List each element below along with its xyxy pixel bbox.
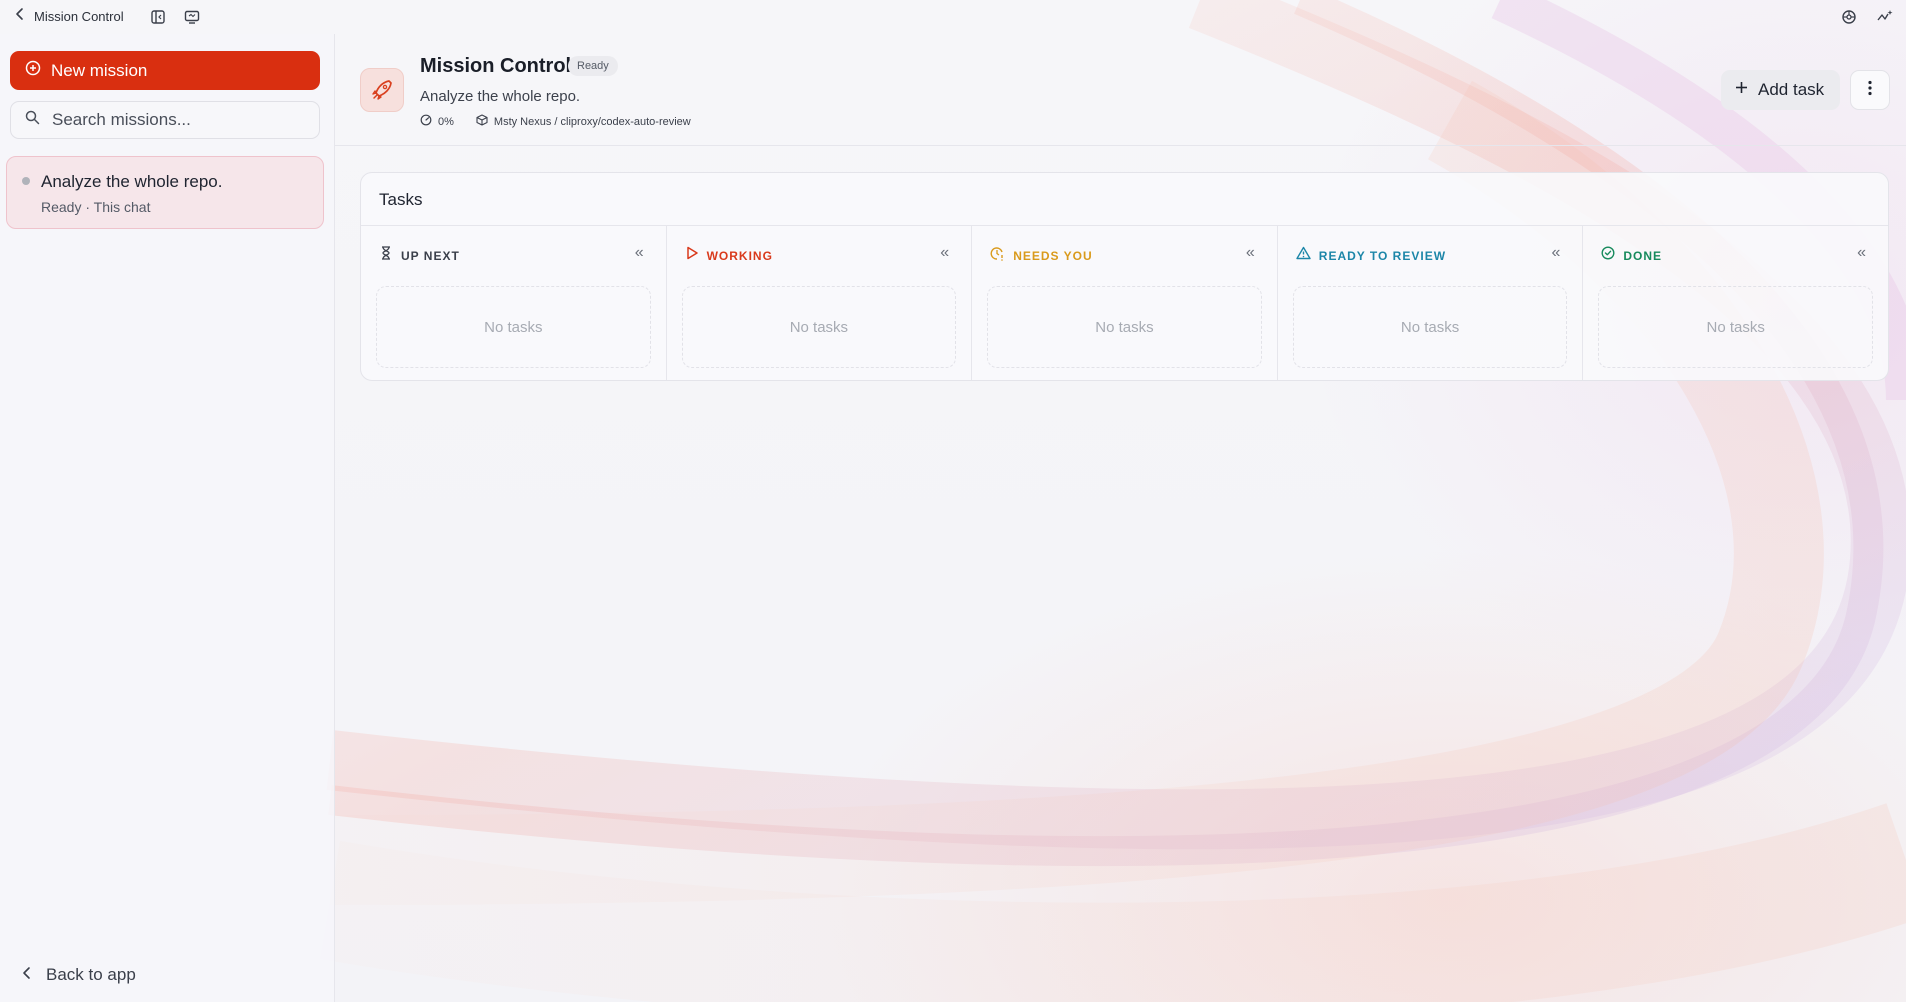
mission-meta: 0% Msty Nexus / cliproxy/codex-auto-revi…: [420, 114, 691, 129]
repo-path[interactable]: Msty Nexus / cliproxy/codex-auto-review: [494, 116, 691, 128]
page-title: Mission Control: [420, 55, 572, 77]
column-needs-you: NEEDS YOU « No tasks: [972, 226, 1278, 380]
search-icon: [25, 110, 40, 130]
play-icon: [685, 246, 699, 265]
sidebar-toggle-icon[interactable]: [149, 8, 167, 26]
mission-description: Analyze the whole repo.: [420, 88, 581, 105]
empty-state: No tasks: [1598, 286, 1873, 368]
empty-state: No tasks: [376, 286, 651, 368]
column-up-next: UP NEXT « No tasks: [361, 226, 667, 380]
empty-text: No tasks: [1706, 318, 1765, 336]
mission-header: Mission Control Ready Analyze the whole …: [335, 34, 1906, 146]
collapse-icon[interactable]: «: [1857, 244, 1866, 262]
tasks-board: Tasks UP NEXT « No tasks WORKING « No ta…: [360, 172, 1889, 381]
back-to-app-link[interactable]: Back to app: [22, 965, 136, 985]
mission-subtitle: Ready · This chat: [41, 199, 151, 215]
empty-text: No tasks: [1400, 318, 1460, 336]
sparkle-activity-icon[interactable]: [1876, 8, 1894, 26]
back-to-app-label: Back to app: [46, 965, 136, 984]
column-label: READY TO REVIEW: [1318, 248, 1447, 263]
mission-title: Analyze the whole repo.: [41, 172, 223, 191]
search-box: [10, 101, 320, 139]
column-working: WORKING « No tasks: [667, 226, 973, 380]
back-label: Mission Control: [34, 9, 124, 24]
empty-text: No tasks: [789, 318, 849, 336]
chevron-left-icon: [22, 966, 32, 985]
collapse-icon[interactable]: «: [1551, 244, 1560, 262]
column-done: DONE « No tasks: [1583, 226, 1888, 380]
tasks-title: Tasks: [379, 190, 423, 209]
empty-state: No tasks: [987, 286, 1262, 368]
warning-triangle-icon: [1296, 246, 1311, 265]
plus-circle-icon: [25, 60, 41, 81]
rocket-icon: [360, 68, 404, 112]
column-label: DONE: [1623, 248, 1663, 263]
new-mission-button[interactable]: New mission: [10, 51, 320, 90]
empty-text: No tasks: [1095, 318, 1154, 336]
add-task-label: Add task: [1758, 80, 1825, 99]
collapse-icon[interactable]: «: [635, 244, 644, 262]
column-label: NEEDS YOU: [1013, 249, 1093, 263]
mission-list-item[interactable]: Analyze the whole repo. Ready · This cha…: [6, 156, 324, 229]
search-missions-input[interactable]: [50, 109, 304, 131]
progress-value: 0%: [438, 115, 454, 128]
empty-state: No tasks: [681, 286, 957, 368]
plus-icon: [1735, 81, 1748, 99]
top-bar: Mission Control: [0, 0, 1906, 34]
monitor-icon[interactable]: [183, 8, 201, 26]
back-mission-control-link[interactable]: Mission Control: [14, 7, 124, 26]
progress-gauge-icon: [420, 114, 432, 129]
sidebar: New mission Analyze the whole repo. Read…: [0, 34, 335, 1002]
check-circle-icon: [1601, 246, 1615, 265]
column-label: UP NEXT: [401, 248, 460, 263]
more-options-button[interactable]: [1850, 70, 1890, 110]
status-badge: Ready: [568, 56, 618, 76]
clock-alert-icon: [990, 246, 1005, 266]
status-dot: [22, 177, 30, 185]
empty-state: No tasks: [1292, 286, 1568, 368]
package-icon: [476, 114, 488, 129]
add-task-button[interactable]: Add task: [1721, 70, 1840, 110]
chevron-left-icon: [14, 7, 26, 26]
new-mission-label: New mission: [51, 60, 148, 80]
hourglass-icon: [379, 246, 393, 265]
column-label: WORKING: [706, 248, 773, 263]
settings-network-icon[interactable]: [1840, 8, 1858, 26]
empty-text: No tasks: [484, 318, 543, 336]
column-ready-to-review: READY TO REVIEW « No tasks: [1278, 226, 1584, 380]
more-vertical-icon: [1868, 80, 1872, 101]
collapse-icon[interactable]: «: [940, 244, 949, 262]
collapse-icon[interactable]: «: [1246, 244, 1255, 262]
